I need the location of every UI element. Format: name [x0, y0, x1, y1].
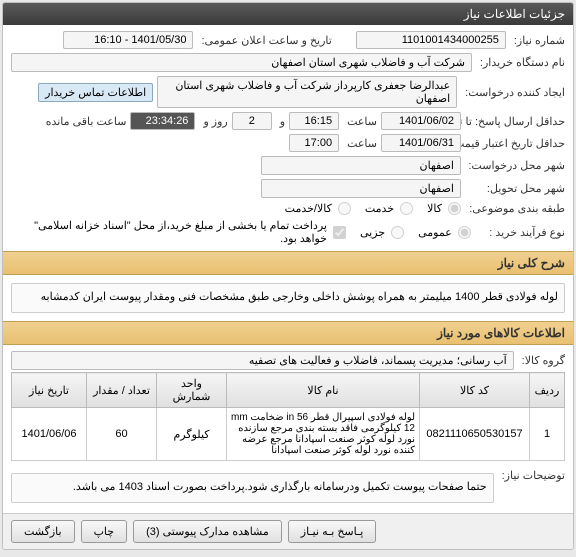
category-label: طبقه بندی موضوعی:	[465, 202, 565, 215]
group-value: آب رسانی؛ مدیریت پسماند، فاضلاب و فعالیت…	[11, 351, 514, 370]
need-no-label: شماره نیاز:	[510, 34, 565, 47]
ann-date-label: تاریخ و ساعت اعلان عمومی:	[197, 34, 331, 47]
items-section-body: گروه کالا: آب رسانی؛ مدیریت پسماند، فاضل…	[3, 345, 573, 513]
table-row[interactable]: 1 0821110650530157 لوله فولادی اسپیرال ق…	[12, 408, 565, 461]
req-city-label: شهر محل درخواست:	[465, 159, 565, 172]
requester-label: ایجاد کننده درخواست:	[461, 86, 565, 99]
th-code: کد کالا	[420, 373, 530, 408]
deadline-days: 2	[232, 112, 272, 130]
category-radio-a: کالا	[427, 202, 461, 215]
category-radio-b: خدمت	[365, 202, 413, 215]
row-deadline: حداقل ارسال پاسخ: تا تاریخ: 1401/06/02 س…	[11, 110, 565, 132]
buyer-label: نام دستگاه خریدار:	[476, 56, 565, 69]
validity-time: 17:00	[289, 134, 339, 152]
category-radio-a-input	[448, 202, 461, 215]
cell-code: 0821110650530157	[420, 408, 530, 461]
row-requester: ایجاد کننده درخواست: عبدالرضا جعفری کارپ…	[11, 74, 565, 110]
row-process: نوع فرآیند خرید : عمومی جزیی پرداخت تمام…	[11, 217, 565, 247]
contact-info-link[interactable]: اطلاعات تماس خریدار	[38, 83, 153, 102]
row-need-no: شماره نیاز: 1101001434000255 تاریخ و ساع…	[11, 29, 565, 51]
category-radio-b-input	[400, 202, 413, 215]
cell-date: 1401/06/06	[12, 408, 87, 461]
row-req-city: شهر محل درخواست: اصفهان	[11, 154, 565, 177]
ann-date-value: 1401/05/30 - 16:10	[63, 31, 193, 49]
need-title-text: لوله فولادی قطر 1400 میلیمتر به همراه پو…	[11, 283, 565, 313]
respond-button[interactable]: پـاسخ بـه نیـاز	[288, 520, 377, 543]
process-radio-a-input	[458, 226, 471, 239]
process-radio-a: عمومی	[418, 226, 471, 239]
title-section-body: لوله فولادی قطر 1400 میلیمتر به همراه پو…	[3, 275, 573, 321]
process-label: نوع فرآیند خرید :	[475, 226, 565, 239]
need-no-value: 1101001434000255	[356, 31, 506, 49]
main-panel-header[interactable]: جزئیات اطلاعات نیاز	[3, 3, 573, 25]
deadline-remaining: 23:34:26	[130, 112, 195, 130]
validity-time-label: ساعت	[343, 137, 377, 150]
th-qty: تعداد / مقدار	[87, 373, 157, 408]
th-unit: واحد شمارش	[157, 373, 227, 408]
title-section-header: شرح کلی نیاز	[3, 251, 573, 275]
deadline-time-label: ساعت	[343, 115, 377, 128]
requester-value: عبدالرضا جعفری کارپرداز شرکت آب و فاضلاب…	[157, 76, 457, 108]
validity-label: حداقل تاریخ اعتبار قیمت: تا تاریخ:	[465, 137, 565, 150]
row-deliv-city: شهر محل تحویل: اصفهان	[11, 177, 565, 200]
process-radio-b: جزیی	[360, 226, 404, 239]
process-radio-a-label: عمومی	[418, 226, 452, 239]
close-button[interactable]: بازگشت	[11, 520, 75, 543]
items-table-header-row: ردیف کد کالا نام کالا واحد شمارش تعداد /…	[12, 373, 565, 408]
category-radio-a-label: کالا	[427, 202, 442, 215]
row-validity: حداقل تاریخ اعتبار قیمت: تا تاریخ: 1401/…	[11, 132, 565, 154]
deadline-date: 1401/06/02	[381, 112, 461, 130]
category-radio-c-input	[338, 202, 351, 215]
category-radio-b-label: خدمت	[365, 202, 394, 215]
validity-date: 1401/06/31	[381, 134, 461, 152]
category-radio-c: کالا/خدمت	[285, 202, 351, 215]
items-table: ردیف کد کالا نام کالا واحد شمارش تعداد /…	[11, 372, 565, 461]
attach-button[interactable]: مشاهده مدارک پیوستی (3)	[133, 520, 282, 543]
deliv-city-label: شهر محل تحویل:	[465, 182, 565, 195]
cell-unit: کیلوگرم	[157, 408, 227, 461]
items-section-header: اطلاعات کالاهای مورد نیاز	[3, 321, 573, 345]
deadline-days-label: و	[276, 115, 285, 128]
cell-qty: 60	[87, 408, 157, 461]
process-checkbox-input	[333, 226, 346, 239]
deadline-rem-suffix: ساعت باقی مانده	[42, 115, 127, 128]
cell-idx: 1	[530, 408, 565, 461]
buyer-value: شرکت آب و فاضلاب شهری استان اصفهان	[11, 53, 472, 72]
deliv-city-value: اصفهان	[261, 179, 461, 198]
req-city-value: اصفهان	[261, 156, 461, 175]
th-name: نام کالا	[227, 373, 420, 408]
process-radio-b-input	[391, 226, 404, 239]
th-idx: ردیف	[530, 373, 565, 408]
category-radio-c-label: کالا/خدمت	[285, 202, 332, 215]
row-notes: توضیحات نیاز: حتما صفحات پیوست تکمیل ودر…	[11, 467, 565, 509]
print-button[interactable]: چاپ	[81, 520, 128, 543]
button-bar: پـاسخ بـه نیـاز مشاهده مدارک پیوستی (3) …	[3, 513, 573, 549]
cell-name: لوله فولادی اسپیرال قطر in 56 ضخامت mm 1…	[227, 408, 420, 461]
main-panel-body: شماره نیاز: 1101001434000255 تاریخ و ساع…	[3, 25, 573, 251]
deadline-time: 16:15	[289, 112, 339, 130]
row-group: گروه کالا: آب رسانی؛ مدیریت پسماند، فاضل…	[11, 349, 565, 372]
notes-label: توضیحات نیاز:	[498, 469, 565, 482]
row-buyer: نام دستگاه خریدار: شرکت آب و فاضلاب شهری…	[11, 51, 565, 74]
main-panel: جزئیات اطلاعات نیاز شماره نیاز: 11010014…	[2, 2, 574, 550]
group-label: گروه کالا:	[518, 354, 565, 367]
deadline-label: حداقل ارسال پاسخ: تا تاریخ:	[465, 115, 565, 128]
notes-text: حتما صفحات پیوست تکمیل ودرسامانه بارگذار…	[11, 473, 494, 503]
process-note: پرداخت تمام یا بخشی از مبلغ خرید،از محل …	[21, 219, 327, 245]
row-category: طبقه بندی موضوعی: کالا خدمت کالا/خدمت	[11, 200, 565, 217]
process-checkbox: پرداخت تمام یا بخشی از مبلغ خرید،از محل …	[21, 219, 346, 245]
process-radio-b-label: جزیی	[360, 226, 385, 239]
deadline-rem-label: روز و	[199, 115, 227, 128]
th-date: تاریخ نیاز	[12, 373, 87, 408]
